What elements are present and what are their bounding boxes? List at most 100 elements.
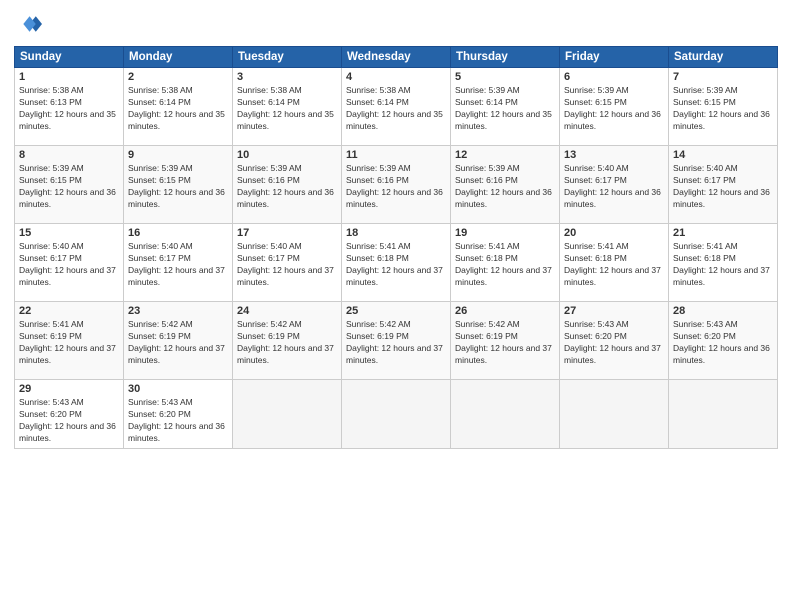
calendar-cell: 14Sunrise: 5:40 AMSunset: 6:17 PMDayligh…: [669, 146, 778, 224]
day-number: 5: [455, 71, 555, 83]
day-info: Sunrise: 5:43 AMSunset: 6:20 PMDaylight:…: [564, 319, 664, 367]
day-info: Sunrise: 5:39 AMSunset: 6:15 PMDaylight:…: [19, 163, 119, 211]
logo: [14, 10, 46, 38]
day-number: 6: [564, 71, 664, 83]
day-info: Sunrise: 5:43 AMSunset: 6:20 PMDaylight:…: [128, 397, 228, 445]
header: [14, 10, 778, 38]
day-number: 10: [237, 149, 337, 161]
calendar-cell: 25 Sunrise: 5:42 AMSunset: 6:19 PMDayligh…: [342, 302, 451, 380]
day-number: 18: [346, 227, 446, 239]
day-info: Sunrise: 5:38 AMSunset: 6:14 PMDaylight:…: [346, 85, 446, 133]
calendar-cell: 5 Sunrise: 5:39 AMSunset: 6:14 PMDaylight…: [451, 68, 560, 146]
day-info: Sunrise: 5:39 AMSunset: 6:16 PMDaylight:…: [237, 163, 337, 211]
day-number: 3: [237, 71, 337, 83]
day-info: Sunrise: 5:39 AMSunset: 6:14 PMDaylight:…: [455, 85, 555, 133]
day-number: 21: [673, 227, 773, 239]
calendar-cell: 4 Sunrise: 5:38 AMSunset: 6:14 PMDaylight…: [342, 68, 451, 146]
page: SundayMondayTuesdayWednesdayThursdayFrid…: [0, 0, 792, 612]
day-info: Sunrise: 5:40 AMSunset: 6:17 PMDaylight:…: [19, 241, 119, 289]
calendar-cell: 1 Sunrise: 5:38 AMSunset: 6:13 PMDaylight…: [15, 68, 124, 146]
day-info: Sunrise: 5:41 AMSunset: 6:18 PMDaylight:…: [673, 241, 773, 289]
calendar-cell: 8Sunrise: 5:39 AMSunset: 6:15 PMDaylight…: [15, 146, 124, 224]
calendar-cell: 11 Sunrise: 5:39 AMSunset: 6:16 PMDayligh…: [342, 146, 451, 224]
day-info: Sunrise: 5:41 AMSunset: 6:18 PMDaylight:…: [346, 241, 446, 289]
day-info: Sunrise: 5:43 AMSunset: 6:20 PMDaylight:…: [19, 397, 119, 445]
calendar-cell: 13 Sunrise: 5:40 AMSunset: 6:17 PMDayligh…: [560, 146, 669, 224]
day-number: 1: [19, 71, 119, 83]
calendar-cell: [451, 380, 560, 449]
day-info: Sunrise: 5:42 AMSunset: 6:19 PMDaylight:…: [455, 319, 555, 367]
day-number: 9: [128, 149, 228, 161]
day-info: Sunrise: 5:40 AMSunset: 6:17 PMDaylight:…: [128, 241, 228, 289]
day-number: 23: [128, 305, 228, 317]
calendar-cell: 10 Sunrise: 5:39 AMSunset: 6:16 PMDayligh…: [233, 146, 342, 224]
calendar-week-row: 1 Sunrise: 5:38 AMSunset: 6:13 PMDaylight…: [15, 68, 778, 146]
day-number: 27: [564, 305, 664, 317]
calendar-cell: [342, 380, 451, 449]
logo-icon: [14, 10, 42, 38]
day-number: 29: [19, 383, 119, 395]
day-info: Sunrise: 5:42 AMSunset: 6:19 PMDaylight:…: [346, 319, 446, 367]
calendar-cell: [560, 380, 669, 449]
day-info: Sunrise: 5:39 AMSunset: 6:16 PMDaylight:…: [346, 163, 446, 211]
calendar-cell: 9 Sunrise: 5:39 AMSunset: 6:15 PMDaylight…: [124, 146, 233, 224]
calendar-cell: 30 Sunrise: 5:43 AMSunset: 6:20 PMDayligh…: [124, 380, 233, 449]
day-info: Sunrise: 5:38 AMSunset: 6:13 PMDaylight:…: [19, 85, 119, 133]
day-number: 14: [673, 149, 773, 161]
day-number: 30: [128, 383, 228, 395]
calendar-cell: 6Sunrise: 5:39 AMSunset: 6:15 PMDaylight…: [560, 68, 669, 146]
calendar-cell: 20 Sunrise: 5:41 AMSunset: 6:18 PMDayligh…: [560, 224, 669, 302]
day-info: Sunrise: 5:39 AMSunset: 6:16 PMDaylight:…: [455, 163, 555, 211]
calendar-cell: [669, 380, 778, 449]
day-number: 28: [673, 305, 773, 317]
day-number: 25: [346, 305, 446, 317]
calendar-week-row: 8Sunrise: 5:39 AMSunset: 6:15 PMDaylight…: [15, 146, 778, 224]
day-number: 11: [346, 149, 446, 161]
day-info: Sunrise: 5:41 AMSunset: 6:19 PMDaylight:…: [19, 319, 119, 367]
day-number: 22: [19, 305, 119, 317]
day-number: 17: [237, 227, 337, 239]
calendar-cell: 19Sunrise: 5:41 AMSunset: 6:18 PMDayligh…: [451, 224, 560, 302]
calendar-week-row: 29 Sunrise: 5:43 AMSunset: 6:20 PMDayligh…: [15, 380, 778, 449]
col-header-thursday: Thursday: [451, 47, 560, 68]
col-header-wednesday: Wednesday: [342, 47, 451, 68]
day-info: Sunrise: 5:38 AMSunset: 6:14 PMDaylight:…: [128, 85, 228, 133]
calendar-cell: 27 Sunrise: 5:43 AMSunset: 6:20 PMDayligh…: [560, 302, 669, 380]
calendar-cell: 2 Sunrise: 5:38 AMSunset: 6:14 PMDaylight…: [124, 68, 233, 146]
calendar-cell: 12 Sunrise: 5:39 AMSunset: 6:16 PMDayligh…: [451, 146, 560, 224]
day-info: Sunrise: 5:42 AMSunset: 6:19 PMDaylight:…: [237, 319, 337, 367]
col-header-tuesday: Tuesday: [233, 47, 342, 68]
calendar-cell: 26 Sunrise: 5:42 AMSunset: 6:19 PMDayligh…: [451, 302, 560, 380]
day-info: Sunrise: 5:41 AMSunset: 6:18 PMDaylight:…: [564, 241, 664, 289]
day-info: Sunrise: 5:38 AMSunset: 6:14 PMDaylight:…: [237, 85, 337, 133]
day-number: 16: [128, 227, 228, 239]
day-number: 4: [346, 71, 446, 83]
day-number: 26: [455, 305, 555, 317]
day-number: 13: [564, 149, 664, 161]
day-info: Sunrise: 5:39 AMSunset: 6:15 PMDaylight:…: [128, 163, 228, 211]
day-number: 20: [564, 227, 664, 239]
calendar-header-row: SundayMondayTuesdayWednesdayThursdayFrid…: [15, 47, 778, 68]
calendar-cell: 15Sunrise: 5:40 AMSunset: 6:17 PMDayligh…: [15, 224, 124, 302]
col-header-sunday: Sunday: [15, 47, 124, 68]
calendar-cell: 24Sunrise: 5:42 AMSunset: 6:19 PMDayligh…: [233, 302, 342, 380]
day-number: 2: [128, 71, 228, 83]
calendar-cell: 18 Sunrise: 5:41 AMSunset: 6:18 PMDayligh…: [342, 224, 451, 302]
day-info: Sunrise: 5:40 AMSunset: 6:17 PMDaylight:…: [237, 241, 337, 289]
day-number: 12: [455, 149, 555, 161]
calendar-cell: 28 Sunrise: 5:43 AMSunset: 6:20 PMDayligh…: [669, 302, 778, 380]
calendar-week-row: 15Sunrise: 5:40 AMSunset: 6:17 PMDayligh…: [15, 224, 778, 302]
day-info: Sunrise: 5:39 AMSunset: 6:15 PMDaylight:…: [673, 85, 773, 133]
day-info: Sunrise: 5:43 AMSunset: 6:20 PMDaylight:…: [673, 319, 773, 367]
calendar-cell: 21 Sunrise: 5:41 AMSunset: 6:18 PMDayligh…: [669, 224, 778, 302]
calendar-cell: 29 Sunrise: 5:43 AMSunset: 6:20 PMDayligh…: [15, 380, 124, 449]
day-info: Sunrise: 5:40 AMSunset: 6:17 PMDaylight:…: [564, 163, 664, 211]
calendar-week-row: 22 Sunrise: 5:41 AMSunset: 6:19 PMDayligh…: [15, 302, 778, 380]
calendar-cell: 16 Sunrise: 5:40 AMSunset: 6:17 PMDayligh…: [124, 224, 233, 302]
col-header-monday: Monday: [124, 47, 233, 68]
col-header-friday: Friday: [560, 47, 669, 68]
calendar-table: SundayMondayTuesdayWednesdayThursdayFrid…: [14, 46, 778, 449]
calendar-cell: 22 Sunrise: 5:41 AMSunset: 6:19 PMDayligh…: [15, 302, 124, 380]
day-number: 19: [455, 227, 555, 239]
calendar-cell: 17 Sunrise: 5:40 AMSunset: 6:17 PMDayligh…: [233, 224, 342, 302]
